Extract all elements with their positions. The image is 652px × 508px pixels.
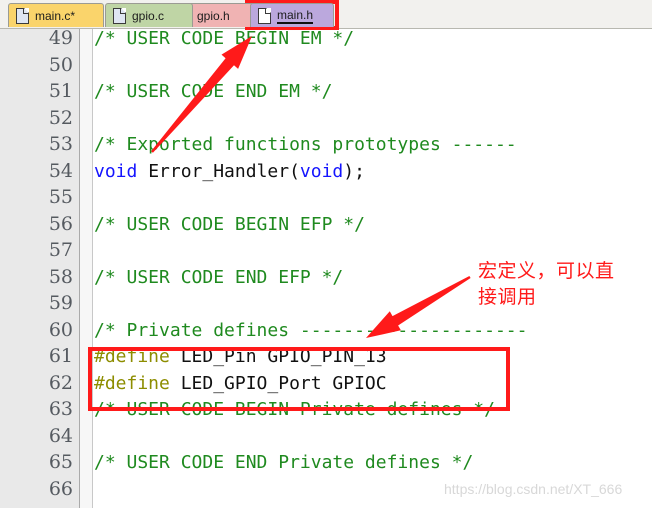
code-token-comment: /* Private defines --------------------- xyxy=(94,319,528,341)
line-number: 60 xyxy=(48,318,73,341)
line-number: 64 xyxy=(48,424,73,447)
code-line-61[interactable]: #define LED_Pin GPIO_PIN_13 xyxy=(94,345,387,369)
line-number: 50 xyxy=(48,53,73,76)
code-token-pp: #define xyxy=(94,346,170,367)
line-number: 57 xyxy=(48,239,73,261)
code-token-comment: /* USER CODE BEGIN EM */ xyxy=(94,29,355,49)
line-number: 52 xyxy=(48,106,73,129)
code-token-keyword: void xyxy=(299,160,344,182)
line-number: 62 xyxy=(48,371,73,394)
line-number: 66 xyxy=(48,477,73,500)
code-token-keyword: void xyxy=(94,160,138,182)
code-token-plain: ); xyxy=(343,160,365,182)
code-token-comment: /* USER CODE END EFP */ xyxy=(94,266,344,288)
editor-tab-label: main.h xyxy=(277,7,314,24)
code-line-62[interactable]: #define LED_GPIO_Port GPIOC xyxy=(94,372,387,396)
code-line-58[interactable]: /* USER CODE END EFP */ xyxy=(94,266,343,290)
code-token-plain: Error_Handler( xyxy=(137,160,300,182)
gutter-separator xyxy=(79,29,93,508)
code-line-54[interactable]: void Error_Handler(void); xyxy=(94,160,365,184)
line-number: 61 xyxy=(48,345,73,367)
code-line-51[interactable]: /* USER CODE END EM */ xyxy=(94,80,332,104)
annotation-note-line-2: 接调用 xyxy=(478,286,537,308)
code-line-56[interactable]: /* USER CODE BEGIN EFP */ xyxy=(94,213,365,237)
line-number: 51 xyxy=(48,80,73,102)
line-number: 56 xyxy=(48,212,73,235)
code-line-60[interactable]: /* Private defines --------------------- xyxy=(94,319,527,343)
line-number: 65 xyxy=(48,451,73,473)
code-token-plain: LED_GPIO_Port GPIOC xyxy=(169,372,387,394)
watermark-text: https://blog.csdn.net/XT_666 xyxy=(444,481,623,497)
line-number: 49 xyxy=(48,29,73,49)
editor-tab-gpio-c[interactable]: gpio.c xyxy=(105,3,193,27)
document-icon xyxy=(258,7,271,24)
code-token-comment: /* Exported functions prototypes ------ xyxy=(94,134,517,155)
line-number: 53 xyxy=(48,133,73,155)
editor-tab-main-h[interactable]: main.h xyxy=(250,3,334,27)
line-number: 58 xyxy=(48,265,73,288)
line-number: 59 xyxy=(48,292,73,314)
code-line-63[interactable]: /* USER CODE BEGIN Private defines */ xyxy=(94,398,495,422)
document-icon xyxy=(16,7,29,24)
code-token-pp: #define xyxy=(94,372,170,394)
line-number-gutter: 49 50 51 52 53 54 55 56 57 58 59 60 61 62 63 64 65 66 xyxy=(0,29,79,508)
line-number: 55 xyxy=(48,186,73,208)
document-icon xyxy=(113,7,126,24)
code-token-comment: /* USER CODE END Private defines */ xyxy=(94,452,474,473)
annotation-note-line-1: 宏定义，可以直 xyxy=(478,260,615,282)
code-token-plain: LED_Pin GPIO_PIN_13 xyxy=(169,346,387,367)
line-number: 54 xyxy=(48,159,73,182)
line-number: 63 xyxy=(48,398,73,420)
editor-tab-label: gpio.h xyxy=(197,8,230,23)
code-token-comment: /* USER CODE BEGIN Private defines */ xyxy=(94,399,495,420)
editor-tab-label: main.c* xyxy=(35,8,76,23)
code-line-49[interactable]: /* USER CODE BEGIN EM */ xyxy=(94,29,354,51)
code-token-comment: /* USER CODE END EM */ xyxy=(94,81,333,102)
editor-tab-label: gpio.c xyxy=(132,8,165,23)
editor-tab-bar: main.c* gpio.c gpio.h main.h xyxy=(0,0,652,29)
annotation-note: 宏定义，可以直 接调用 xyxy=(478,258,648,310)
code-line-65[interactable]: /* USER CODE END Private defines */ xyxy=(94,451,473,475)
code-token-comment: /* USER CODE BEGIN EFP */ xyxy=(94,213,365,235)
editor-tab-main-c-[interactable]: main.c* xyxy=(8,3,104,27)
code-line-53[interactable]: /* Exported functions prototypes ------ xyxy=(94,133,517,157)
